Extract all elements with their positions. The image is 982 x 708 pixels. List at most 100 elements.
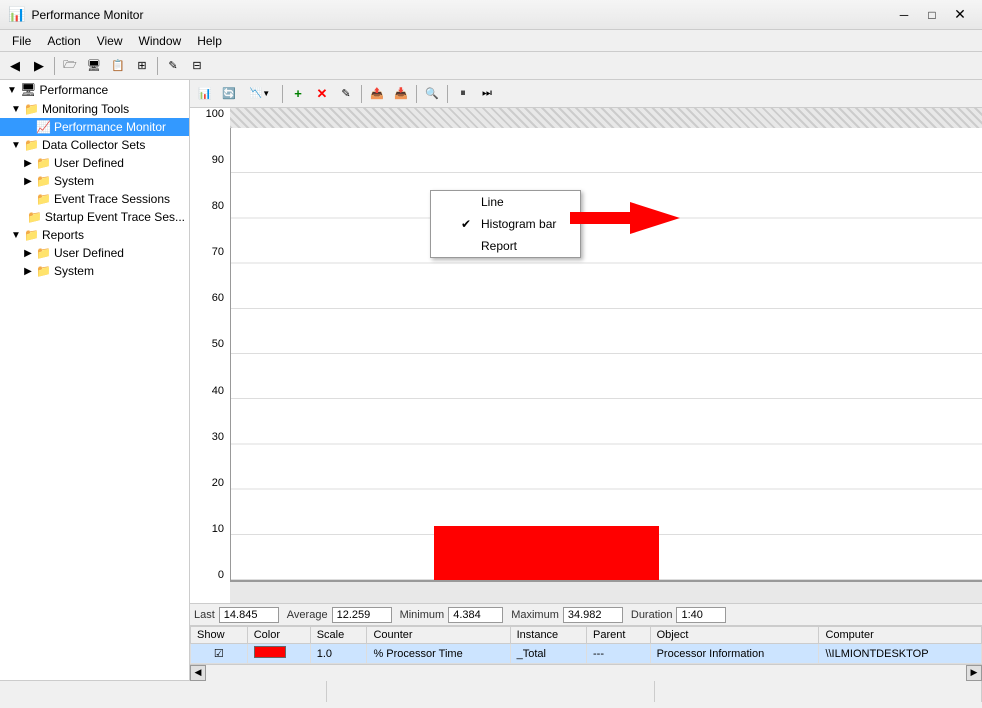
toolbar-sep-3 — [416, 85, 417, 103]
sidebar-item-reports[interactable]: ▼ 📁 Reports — [0, 226, 189, 244]
toolbar-sep — [282, 85, 283, 103]
highlight-button[interactable]: ✎ — [335, 83, 357, 105]
table-header-row: Show Color Scale Counter Instance Parent… — [191, 627, 982, 644]
app-icon: 📊 — [8, 6, 25, 23]
last-value-input[interactable] — [219, 607, 279, 623]
folder-button[interactable]: 🗁 — [59, 55, 81, 77]
cell-color — [247, 644, 310, 664]
scroll-left-button[interactable]: ◀ — [190, 665, 206, 681]
properties-button[interactable]: ⊟ — [186, 55, 208, 77]
sidebar-item-monitoring-tools[interactable]: ▼ 📁 Monitoring Tools — [0, 100, 189, 118]
horizontal-scrollbar[interactable]: ◀ ▶ — [190, 664, 982, 680]
col-color: Color — [247, 627, 310, 644]
maximum-value-input[interactable] — [563, 607, 623, 623]
folder-icon: 📁 — [24, 228, 39, 242]
pause-button[interactable]: ⏸ — [452, 83, 474, 105]
menu-action[interactable]: Action — [39, 32, 88, 50]
sidebar-item-label: Reports — [42, 228, 84, 242]
folder-icon: 📁 — [24, 138, 39, 152]
sidebar-item-startup-event-trace[interactable]: 📁 Startup Event Trace Ses... — [0, 208, 189, 226]
view-type-button[interactable]: 📊 — [194, 83, 216, 105]
expander-icon: ▶ — [20, 176, 36, 187]
sidebar-item-reports-system[interactable]: ▶ 📁 System — [0, 262, 189, 280]
dropdown-item-line[interactable]: Line — [431, 191, 580, 213]
minimize-button[interactable]: ─ — [890, 4, 918, 26]
y-label-60: 60 — [190, 292, 224, 304]
y-label-50: 50 — [190, 338, 224, 350]
copy-button[interactable]: 📤 — [366, 83, 388, 105]
y-label-100: 100 — [190, 108, 224, 120]
sidebar-item-system[interactable]: ▶ 📁 System — [0, 172, 189, 190]
y-label-70: 70 — [190, 246, 224, 258]
expander-icon: ▼ — [4, 85, 20, 96]
folder-icon: 📁 — [36, 192, 51, 206]
average-value-input[interactable] — [332, 607, 392, 623]
folder-icon: 📁 — [27, 210, 42, 224]
y-label-40: 40 — [190, 385, 224, 397]
sidebar-item-label: Data Collector Sets — [42, 138, 145, 152]
main-content: ▼ 🖥 Performance ▼ 📁 Monitoring Tools 📈 P… — [0, 80, 982, 680]
col-parent: Parent — [587, 627, 651, 644]
menu-help[interactable]: Help — [189, 32, 230, 50]
main-toolbar: ◀ ▶ 🗁 🖥 📋 ⊞ ✎ ⊟ — [0, 52, 982, 80]
step-button[interactable]: ⏭ — [476, 83, 498, 105]
sidebar-item-data-collector-sets[interactable]: ▼ 📁 Data Collector Sets — [0, 136, 189, 154]
menu-file[interactable]: File — [4, 32, 39, 50]
menu-view[interactable]: View — [89, 32, 131, 50]
cell-counter: % Processor Time — [367, 644, 510, 664]
dropdown-item-report[interactable]: Report — [431, 235, 580, 257]
sidebar-item-performance-monitor[interactable]: 📈 Performance Monitor — [0, 118, 189, 136]
monitor-toolbar: 📊 🔄 📉 ▼ + ✕ ✎ 📤 📥 🔍 ⏸ ⏭ — [190, 80, 982, 108]
status-cell-3 — [655, 681, 982, 702]
chart-type-dropdown-button[interactable]: 📉 ▼ — [242, 83, 278, 105]
status-cell-1 — [0, 681, 327, 702]
back-button[interactable]: ◀ — [4, 55, 26, 77]
zoom-button[interactable]: 🔍 — [421, 83, 443, 105]
sidebar-item-label: User Defined — [54, 246, 124, 260]
expander-icon: ▼ — [8, 140, 24, 151]
edit-button[interactable]: ✎ — [162, 55, 184, 77]
paste-button[interactable]: 📥 — [390, 83, 412, 105]
sidebar-item-label: System — [54, 174, 94, 188]
col-instance: Instance — [510, 627, 586, 644]
cell-object: Processor Information — [650, 644, 819, 664]
computer-icon: 🖥 — [20, 82, 37, 98]
dropdown-item-histogram-bar[interactable]: ✔ Histogram bar — [431, 213, 580, 235]
folder-icon: 📁 — [36, 264, 51, 278]
scroll-track[interactable] — [206, 665, 966, 681]
duration-value-input[interactable] — [676, 607, 726, 623]
toolbar-separator-2 — [157, 57, 158, 75]
bottom-status-bar — [0, 680, 982, 702]
sidebar-item-label: Performance — [40, 83, 109, 97]
close-button[interactable]: ✕ — [946, 4, 974, 26]
refresh-button[interactable]: 🔄 — [218, 83, 240, 105]
grid-button[interactable]: ⊞ — [131, 55, 153, 77]
chart-area: 100 90 80 70 60 50 40 30 20 10 0 — [190, 108, 982, 603]
sidebar-item-event-trace-sessions[interactable]: 📁 Event Trace Sessions — [0, 190, 189, 208]
menu-window[interactable]: Window — [131, 32, 190, 50]
folder-icon: 📁 — [36, 246, 51, 260]
table-row[interactable]: ☑ 1.0 % Processor Time _Total --- Proces… — [191, 644, 982, 664]
sidebar-item-label: Monitoring Tools — [42, 102, 129, 116]
menu-bar: File Action View Window Help — [0, 30, 982, 52]
sidebar-item-label: Performance Monitor — [54, 120, 166, 134]
delete-counter-button[interactable]: ✕ — [311, 83, 333, 105]
forward-button[interactable]: ▶ — [28, 55, 50, 77]
add-counter-button[interactable]: + — [287, 83, 309, 105]
y-axis: 100 90 80 70 60 50 40 30 20 10 0 — [190, 108, 228, 581]
cell-parent: --- — [587, 644, 651, 664]
minimum-value-input[interactable] — [448, 607, 503, 623]
title-bar: 📊 Performance Monitor ─ □ ✕ — [0, 0, 982, 30]
scroll-right-button[interactable]: ▶ — [966, 665, 982, 681]
status-cell-2 — [327, 681, 654, 702]
y-label-80: 80 — [190, 200, 224, 212]
sidebar-item-user-defined[interactable]: ▶ 📁 User Defined — [0, 154, 189, 172]
sidebar-item-performance[interactable]: ▼ 🖥 Performance — [0, 80, 189, 100]
list-button[interactable]: 📋 — [107, 55, 129, 77]
toolbar-sep-2 — [361, 85, 362, 103]
maximize-button[interactable]: □ — [918, 4, 946, 26]
color-swatch — [254, 646, 286, 658]
minimum-label: Minimum — [400, 609, 445, 621]
sidebar-item-reports-user-defined[interactable]: ▶ 📁 User Defined — [0, 244, 189, 262]
monitor-button[interactable]: 🖥 — [83, 55, 105, 77]
